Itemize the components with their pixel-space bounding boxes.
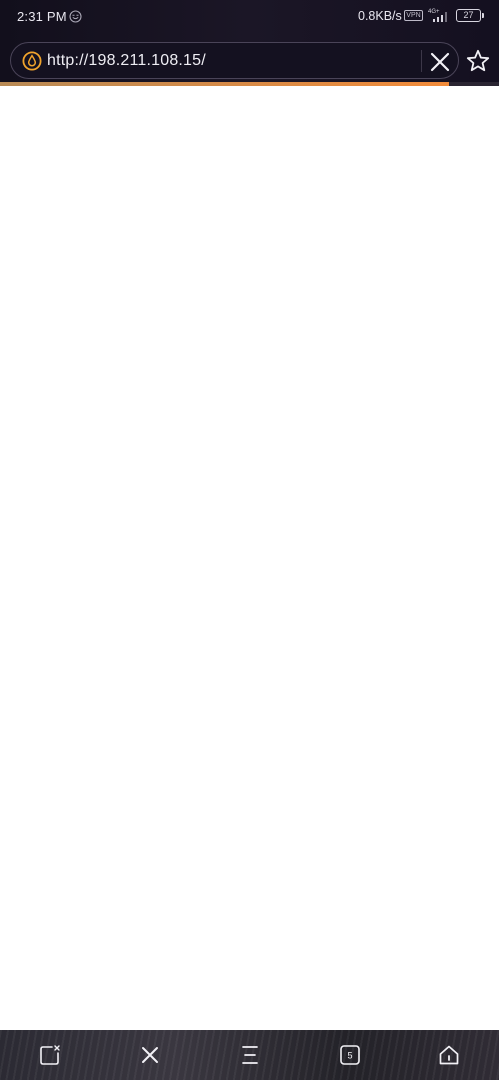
close-icon — [430, 52, 450, 72]
new-tab-button[interactable] — [38, 1043, 62, 1067]
bottom-navigation-bar: 5 — [0, 1030, 499, 1080]
battery-level: 27 — [463, 10, 474, 20]
network-speed: 0.8KB/s — [358, 9, 402, 23]
vpn-icon: VPN — [404, 10, 423, 21]
smiley-icon — [69, 10, 82, 23]
battery-icon: 27 — [456, 9, 484, 22]
close-icon — [142, 1047, 158, 1063]
close-tab-button[interactable] — [138, 1043, 162, 1067]
signal-icon: 4G+ — [427, 7, 451, 23]
new-tab-icon — [40, 1045, 60, 1065]
star-outline-icon — [466, 49, 490, 72]
bookmark-button[interactable] — [465, 48, 491, 74]
url-text[interactable]: http://198.211.108.15/ — [47, 52, 206, 70]
orange-drop-icon — [22, 51, 42, 71]
clear-url-button[interactable] — [427, 49, 453, 75]
home-icon — [439, 1045, 459, 1065]
home-button[interactable] — [437, 1043, 461, 1067]
menu-icon — [242, 1046, 258, 1064]
tabs-button[interactable]: 5 — [338, 1043, 362, 1067]
network-type-label: 4G+ — [428, 9, 440, 15]
tab-count: 5 — [347, 1051, 352, 1061]
menu-button[interactable] — [238, 1043, 262, 1067]
status-bar: 2:31 PM 0.8KB/s VPN 4G+ 27 — [0, 0, 499, 34]
web-page-content[interactable] — [0, 86, 499, 1030]
browser-top-chrome: 2:31 PM 0.8KB/s VPN 4G+ 27 http://198.21… — [0, 0, 499, 86]
tabs-icon: 5 — [340, 1045, 360, 1065]
address-bar-divider — [421, 50, 422, 72]
address-bar[interactable]: http://198.211.108.15/ — [10, 42, 459, 79]
status-time: 2:31 PM — [17, 9, 67, 24]
